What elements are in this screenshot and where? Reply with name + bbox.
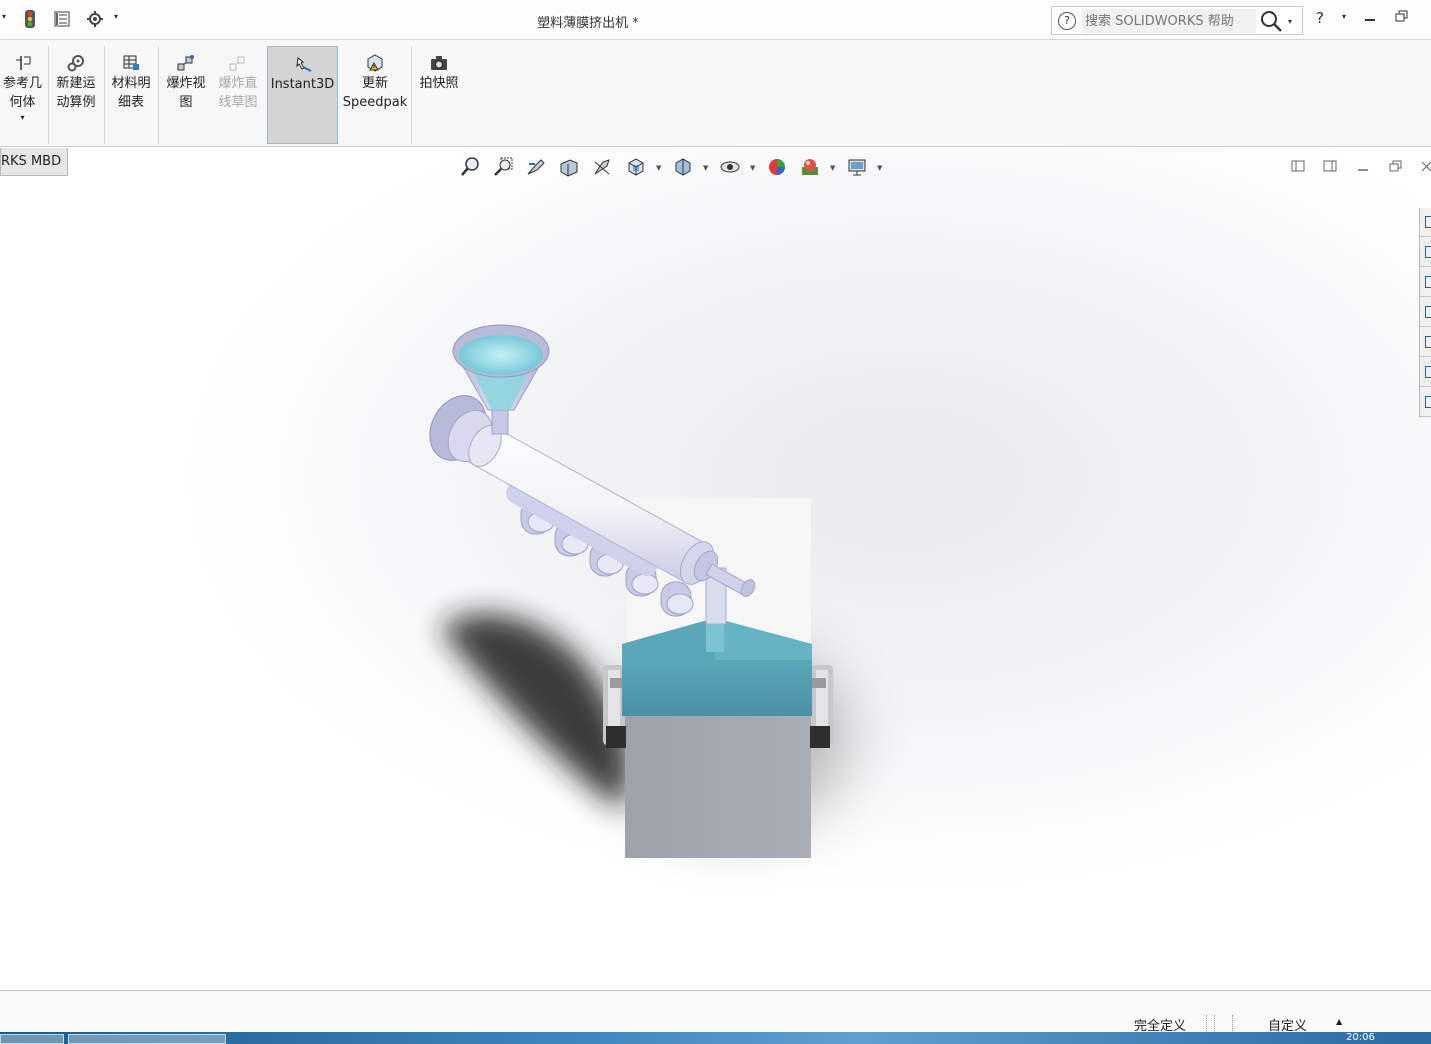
extruder-model[interactable] (0, 148, 1431, 990)
edit-appearance-icon[interactable] (766, 156, 788, 178)
zoom-to-fit-icon[interactable] (459, 156, 481, 178)
viewport-tile-left-icon[interactable] (1291, 160, 1305, 172)
camera-icon (431, 56, 447, 70)
chevron-down-icon[interactable]: ▼ (877, 164, 882, 172)
ribbon-label: 爆炸视 (166, 76, 206, 91)
viewport-minimize-icon[interactable] (1356, 160, 1370, 172)
instant3d-button[interactable]: Instant3D (267, 46, 338, 144)
task-pane-appearances-icon[interactable] (1420, 328, 1431, 357)
chevron-up-icon[interactable]: ▲ (1336, 1017, 1342, 1026)
ribbon-divider (158, 46, 159, 144)
document-title: 塑料薄膜挤出机 * (537, 16, 639, 31)
ribbon-divider (104, 46, 105, 144)
task-pane-home-icon[interactable] (1420, 208, 1431, 237)
chevron-down-icon[interactable]: ▼ (703, 164, 708, 172)
task-pane-forum-icon[interactable] (1420, 388, 1431, 417)
ribbon-label: 动算例 (56, 95, 96, 110)
help-menu-button[interactable]: ? (1316, 9, 1324, 27)
motion-study-icon (67, 55, 84, 72)
display-style-icon[interactable] (672, 156, 694, 178)
viewport-close-icon[interactable] (1420, 160, 1431, 172)
search-button[interactable]: ▾ (1260, 9, 1300, 33)
status-divider (1214, 1015, 1215, 1031)
ribbon-label: 材料明 (111, 76, 151, 91)
ribbon-label: 参考几 (2, 76, 42, 91)
taskbar-item-folder[interactable] (68, 1034, 226, 1044)
help-search-box: ? ▾ (1051, 6, 1303, 35)
help-question-icon[interactable]: ? (1058, 12, 1076, 30)
base-cabinet (625, 708, 811, 858)
chevron-down-icon[interactable]: ▾ (0, 112, 45, 124)
view-settings-icon[interactable] (846, 156, 868, 178)
reference-geometry-button[interactable]: 参考几 何体 ▾ (0, 46, 45, 144)
ribbon-label: 细表 (117, 95, 144, 110)
section-view-icon[interactable] (558, 156, 580, 178)
ribbon-label: 线草图 (218, 95, 258, 110)
explode-line-sketch-button[interactable]: 爆炸直 线草图 (213, 46, 263, 144)
instant3d-icon (295, 57, 311, 72)
taskbar-item[interactable] (0, 1034, 64, 1044)
apply-scene-icon[interactable] (799, 156, 821, 178)
ribbon-label: 图 (179, 95, 193, 110)
taskbar-clock: 20:06 (1346, 1032, 1375, 1043)
status-divider (1232, 1015, 1233, 1031)
minimize-icon[interactable] (1364, 10, 1376, 26)
speedpak-icon (367, 54, 383, 72)
ribbon-divider (411, 46, 412, 144)
viewport-restore-icon[interactable] (1389, 160, 1403, 172)
dynamic-annotation-icon[interactable] (591, 156, 613, 178)
windows-taskbar: 20:06 (0, 1032, 1431, 1044)
title-bar: ▾ ▾ 塑料薄膜挤出机 * ? ▾ ? ▾ (0, 0, 1431, 40)
view-orientation-icon[interactable] (625, 156, 647, 178)
ribbon-label: 爆炸直 (218, 76, 258, 91)
viewport-tile-right-icon[interactable] (1323, 160, 1337, 172)
task-pane-custom-properties-icon[interactable] (1420, 358, 1431, 387)
task-pane-resources-icon[interactable] (1420, 238, 1431, 267)
update-speedpak-button[interactable]: 更新 Speedpak (342, 46, 408, 144)
previous-view-icon[interactable] (525, 156, 547, 178)
reference-geometry-icon (15, 56, 30, 70)
ribbon-label: 新建运 (56, 76, 96, 91)
bill-of-materials-button[interactable]: 材料明 细表 (106, 46, 156, 144)
explode-line-sketch-icon (229, 56, 245, 71)
new-motion-study-button[interactable]: 新建运 动算例 (50, 46, 102, 144)
chevron-down-icon[interactable]: ▼ (830, 164, 835, 172)
hide-show-items-icon[interactable] (719, 156, 741, 178)
ribbon-label: 更新 (361, 76, 388, 91)
barrel-shadow (440, 613, 628, 808)
command-manager-ribbon: 参考几 何体 ▾ 新建运 动算例 材料明 细表 爆炸视 图 爆炸直 线草图 In… (0, 40, 1431, 147)
status-bar: 完全定义 自定义 ▲ (0, 990, 1431, 1034)
chevron-down-icon[interactable]: ▾ (1288, 17, 1292, 26)
search-icon (1261, 11, 1282, 32)
graphics-area[interactable]: RKS MBD ▼ ▼ ▼ ▼ ▼ (0, 148, 1431, 990)
restore-icon[interactable] (1395, 10, 1408, 26)
chevron-down-icon[interactable]: ▼ (750, 164, 755, 172)
ribbon-label: 拍快照 (419, 76, 459, 91)
chevron-down-icon[interactable]: ▾ (1342, 12, 1346, 21)
task-pane-design-library-icon[interactable] (1420, 268, 1431, 297)
zoom-to-area-icon[interactable] (492, 156, 514, 178)
bom-icon (123, 55, 139, 70)
chevron-down-icon[interactable]: ▼ (656, 164, 661, 172)
right-wheel-assembly (810, 665, 833, 748)
exploded-view-button[interactable]: 爆炸视 图 (161, 46, 211, 144)
ribbon-divider (48, 46, 49, 144)
mbd-tab[interactable]: RKS MBD (0, 148, 68, 176)
task-pane-file-explorer-icon[interactable] (1420, 298, 1431, 327)
take-snapshot-button[interactable]: 拍快照 (414, 46, 464, 144)
ribbon-label: 何体 (9, 95, 36, 110)
help-search-input[interactable] (1082, 9, 1256, 33)
exploded-view-icon (177, 55, 194, 71)
task-pane-tabs (1419, 208, 1431, 418)
status-divider (1206, 1015, 1207, 1031)
ribbon-label: Speedpak (342, 95, 408, 110)
ribbon-label: Instant3D (270, 77, 335, 92)
